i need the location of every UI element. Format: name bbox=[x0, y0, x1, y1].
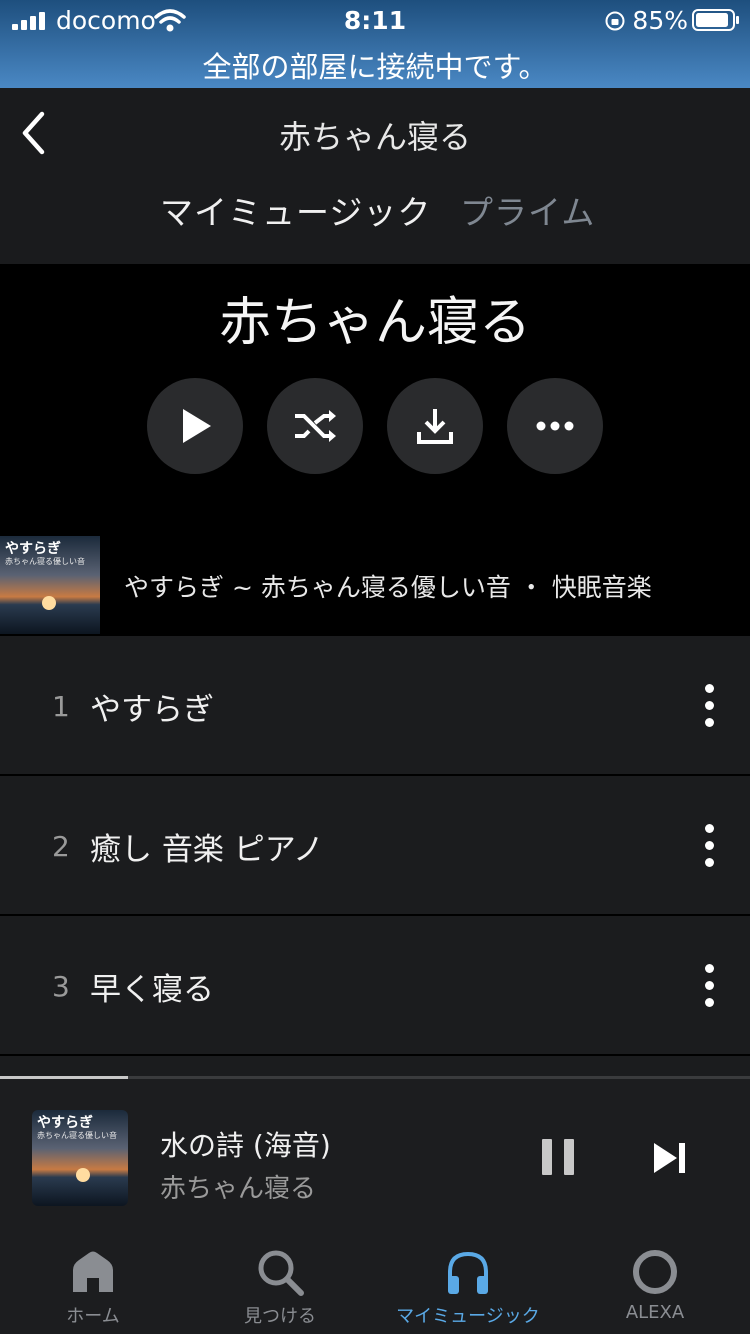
shuffle-icon bbox=[295, 410, 336, 442]
battery-icon bbox=[692, 9, 739, 31]
track-number: 1 bbox=[52, 690, 70, 723]
home-icon bbox=[73, 1251, 113, 1292]
album-row[interactable]: やすらぎ 赤ちゃん寝る優しい音 やすらぎ ~ 赤ちゃん寝る優しい音 ・ 快眠音楽 bbox=[0, 536, 750, 634]
track-more-icon[interactable] bbox=[700, 964, 720, 1008]
orientation-lock-icon bbox=[605, 11, 625, 31]
tab-search[interactable]: 見つける bbox=[205, 1234, 355, 1334]
shuffle-button[interactable] bbox=[267, 378, 363, 474]
battery-percent: 85% bbox=[632, 6, 688, 35]
mini-player[interactable]: やすらぎ 赤ちゃん寝る優しい音 水の詩 (海音) 赤ちゃん寝る bbox=[0, 1076, 750, 1234]
track-title: 癒し 音楽 ピアノ bbox=[90, 832, 324, 868]
status-bar: docomo 8:11 85% 全部の部屋に接続中です。 bbox=[0, 0, 750, 88]
track-number: 3 bbox=[52, 970, 70, 1003]
tab-alexa[interactable]: ALEXA bbox=[580, 1234, 730, 1334]
tab-home[interactable]: ホーム bbox=[18, 1234, 168, 1334]
now-playing-title: 水の詩 (海音) bbox=[160, 1129, 331, 1162]
track-title: 早く寝る bbox=[90, 972, 214, 1008]
track-title: やすらぎ bbox=[90, 692, 214, 728]
alexa-icon bbox=[633, 1250, 677, 1294]
download-icon bbox=[417, 409, 453, 444]
now-playing-artwork: やすらぎ 赤ちゃん寝る優しい音 bbox=[32, 1110, 128, 1206]
more-options-button[interactable] bbox=[507, 378, 603, 474]
pause-icon[interactable] bbox=[540, 1138, 576, 1176]
album-info: やすらぎ ~ 赤ちゃん寝る優しい音 ・ 快眠音楽 bbox=[124, 573, 652, 602]
now-playing-artist: 赤ちゃん寝る bbox=[160, 1174, 317, 1204]
track-row[interactable] bbox=[0, 1056, 750, 1076]
track-row[interactable]: 1 やすらぎ bbox=[0, 636, 750, 774]
track-row[interactable]: 2 癒し 音楽 ピアノ bbox=[0, 776, 750, 914]
more-icon bbox=[536, 421, 574, 431]
tab-my-music-bottom[interactable]: マイミュージック bbox=[393, 1234, 543, 1334]
play-button[interactable] bbox=[147, 378, 243, 474]
track-more-icon[interactable] bbox=[700, 684, 720, 728]
track-number: 2 bbox=[52, 830, 70, 863]
tab-bar: ホーム 見つける マイミュージック ALEXA bbox=[0, 1234, 750, 1334]
tab-my-music-label: マイミュージック bbox=[396, 1306, 540, 1327]
album-artwork: やすらぎ 赤ちゃん寝る優しい音 bbox=[0, 536, 100, 634]
nav-title: 赤ちゃん寝る bbox=[278, 118, 471, 156]
nav-header: 赤ちゃん寝る マイミュージック プライム bbox=[0, 88, 750, 264]
play-icon bbox=[183, 409, 211, 443]
skip-next-icon[interactable] bbox=[652, 1142, 688, 1174]
tab-prime[interactable]: プライム bbox=[460, 186, 595, 234]
playlist-title: 赤ちゃん寝る bbox=[218, 293, 531, 353]
search-icon bbox=[258, 1250, 304, 1296]
track-row[interactable]: 3 早く寝る bbox=[0, 916, 750, 1054]
tab-home-label: ホーム bbox=[66, 1306, 120, 1327]
playback-progress-fill bbox=[0, 1076, 128, 1079]
tab-search-label: 見つける bbox=[244, 1306, 316, 1327]
tab-my-music[interactable]: マイミュージック bbox=[160, 186, 431, 234]
headphones-icon bbox=[448, 1251, 488, 1294]
tab-alexa-label: ALEXA bbox=[625, 1302, 685, 1323]
connection-banner[interactable]: 全部の部屋に接続中です。 bbox=[0, 44, 750, 86]
track-more-icon[interactable] bbox=[700, 824, 720, 868]
download-button[interactable] bbox=[387, 378, 483, 474]
